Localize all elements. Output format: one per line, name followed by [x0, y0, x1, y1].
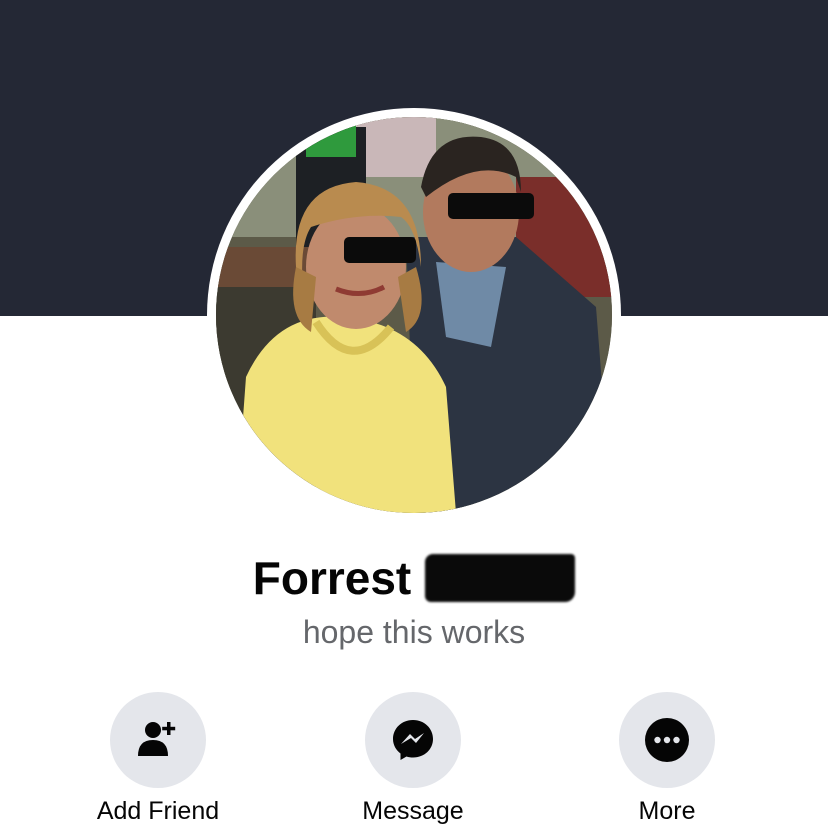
- more-label: More: [638, 797, 696, 825]
- profile-page: Forrest hope this works Add Friend Messa…: [0, 0, 828, 831]
- profile-first-name: Forrest: [252, 551, 412, 604]
- profile-actions: Add Friend Message More: [0, 692, 828, 831]
- profile-name: Forrest: [0, 545, 828, 607]
- messenger-icon: [393, 720, 433, 760]
- profile-picture[interactable]: [216, 117, 612, 513]
- add-friend-label: Add Friend: [96, 797, 220, 825]
- profile-bio: hope this works: [302, 614, 526, 650]
- more-circle[interactable]: [619, 692, 715, 788]
- message-circle[interactable]: [365, 692, 461, 788]
- add-friend-icon: [138, 722, 176, 756]
- add-friend-button[interactable]: Add Friend: [58, 692, 258, 826]
- add-friend-circle[interactable]: [110, 692, 206, 788]
- message-button[interactable]: Message: [313, 692, 513, 826]
- more-icon: [645, 718, 689, 762]
- redacted-last-name: [425, 553, 576, 602]
- profile-photo-image: [216, 117, 612, 513]
- message-label: Message: [362, 797, 464, 825]
- more-button[interactable]: More: [567, 692, 767, 826]
